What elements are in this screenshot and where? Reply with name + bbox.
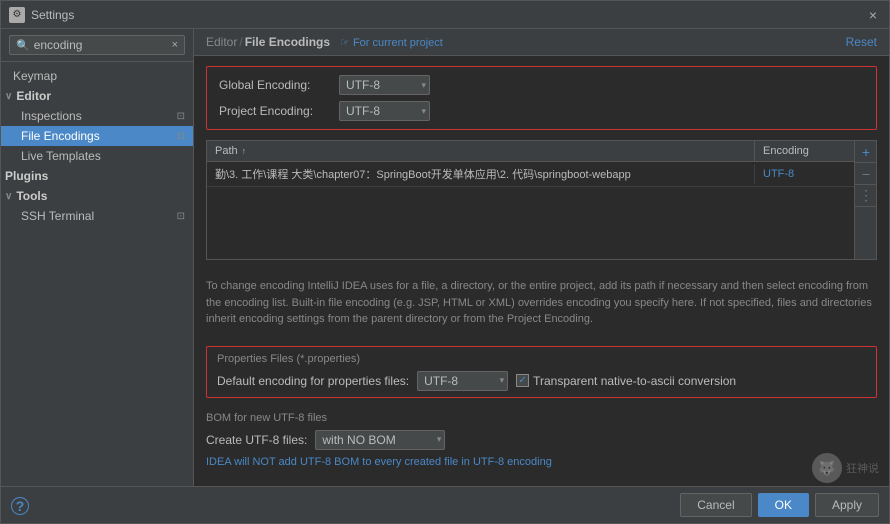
bom-note-plain: IDEA will NOT add (206, 456, 300, 468)
prop-encoding-select[interactable]: UTF-8 UTF-16 ISO-8859-1 (417, 371, 508, 391)
bom-note-link: UTF-8 BOM (300, 456, 359, 468)
prop-encoding-label: Default encoding for properties files: (217, 374, 409, 388)
properties-box: Properties Files (*.properties) Default … (206, 346, 877, 398)
table-main: Path ↑ Encoding 勤\3. 工作\课程 大类\chapter07：… (207, 141, 854, 259)
properties-row: Default encoding for properties files: U… (217, 371, 866, 391)
table-actions: + − ⋮ (854, 141, 876, 259)
bom-title: BOM for new UTF-8 files (206, 412, 877, 424)
inspections-label: Inspections (21, 109, 82, 123)
global-encoding-select[interactable]: UTF-8 UTF-16 ISO-8859-1 GBK (339, 75, 430, 95)
global-encoding-select-wrap: UTF-8 UTF-16 ISO-8859-1 GBK ▾ (339, 75, 430, 95)
encoding-settings-box: Global Encoding: UTF-8 UTF-16 ISO-8859-1… (206, 66, 877, 130)
path-column-label: Path (215, 145, 238, 157)
right-header: Editor / File Encodings ☞ For current pr… (194, 29, 889, 56)
left-panel: 🔍 × Keymap ∨ Editor Inspections ⊡ (1, 29, 194, 486)
ssh-terminal-label: SSH Terminal (21, 209, 94, 223)
sidebar-item-inspections[interactable]: Inspections ⊡ (1, 106, 193, 126)
close-button[interactable]: × (865, 7, 881, 23)
search-clear-button[interactable]: × (172, 39, 178, 51)
sidebar-item-live-templates[interactable]: Live Templates (1, 146, 193, 166)
file-encodings-label: File Encodings (21, 129, 100, 143)
for-project-link[interactable]: ☞ For current project (340, 36, 443, 49)
right-panel: Editor / File Encodings ☞ For current pr… (194, 29, 889, 486)
sidebar-item-ssh-terminal[interactable]: SSH Terminal ⊡ (1, 206, 193, 226)
watermark-icon: 🐺 (812, 453, 842, 483)
watermark-text: 狂神说 (846, 460, 879, 476)
sidebar-item-editor[interactable]: ∨ Editor (1, 86, 193, 106)
bottom-bar: Cancel OK Apply (1, 486, 889, 523)
tools-chevron: ∨ (5, 191, 12, 202)
sync-icon: ⊡ (177, 111, 185, 122)
table-header: Path ↑ Encoding (207, 141, 854, 162)
breadcrumb: Editor / File Encodings ☞ For current pr… (206, 35, 443, 49)
search-input[interactable] (34, 38, 172, 52)
search-icon: 🔍 (16, 39, 30, 52)
bom-select[interactable]: with NO BOM with BOM (315, 430, 445, 450)
plugins-label: Plugins (5, 169, 48, 183)
sidebar-item-plugins[interactable]: Plugins (1, 166, 193, 186)
project-encoding-select[interactable]: UTF-8 UTF-16 ISO-8859-1 GBK (339, 101, 430, 121)
window-icon: ⚙ (9, 7, 25, 23)
table-scroll-button: ⋮ (855, 185, 877, 207)
project-encoding-select-wrap: UTF-8 UTF-16 ISO-8859-1 GBK ▾ (339, 101, 430, 121)
project-encoding-row: Project Encoding: UTF-8 UTF-16 ISO-8859-… (219, 101, 864, 121)
reset-button[interactable]: Reset (846, 35, 877, 49)
ok-button[interactable]: OK (758, 493, 809, 517)
sync-icon-3: ⊡ (177, 211, 185, 222)
transparent-label: Transparent native-to-ascii conversion (533, 374, 736, 388)
table-body: 勤\3. 工作\课程 大类\chapter07：SpringBoot开发单体应用… (207, 162, 854, 259)
sidebar-item-tools[interactable]: ∨ Tools (1, 186, 193, 206)
live-templates-label: Live Templates (21, 149, 101, 163)
table-row[interactable]: 勤\3. 工作\课程 大类\chapter07：SpringBoot开发单体应用… (207, 162, 854, 187)
breadcrumb-sep: / (239, 35, 242, 49)
global-encoding-row: Global Encoding: UTF-8 UTF-16 ISO-8859-1… (219, 75, 864, 95)
transparent-checkbox[interactable] (516, 374, 529, 387)
tools-label: Tools (16, 189, 47, 203)
table-col-encoding-header: Encoding (754, 141, 854, 161)
bom-select-wrap: with NO BOM with BOM ▾ (315, 430, 445, 450)
table-cell-encoding: UTF-8 (754, 164, 854, 184)
bom-create-label: Create UTF-8 files: (206, 433, 307, 447)
properties-title: Properties Files (*.properties) (217, 353, 866, 365)
right-content: Global Encoding: UTF-8 UTF-16 ISO-8859-1… (194, 56, 889, 486)
breadcrumb-current: File Encodings (245, 35, 330, 49)
cancel-button[interactable]: Cancel (680, 493, 751, 517)
sidebar-item-keymap[interactable]: Keymap (1, 66, 193, 86)
help-button[interactable]: ? (11, 497, 29, 515)
sort-icon: ↑ (242, 146, 247, 156)
title-controls: × (865, 7, 881, 23)
nav-tree: Keymap ∨ Editor Inspections ⊡ File Encod… (1, 62, 193, 486)
transparent-checkbox-wrap[interactable]: Transparent native-to-ascii conversion (516, 374, 736, 388)
editor-label: Editor (16, 89, 51, 103)
description-text: To change encoding IntelliJ IDEA uses fo… (206, 270, 877, 336)
sidebar-item-file-encodings[interactable]: File Encodings ⊡ (1, 126, 193, 146)
add-path-button[interactable]: + (855, 141, 877, 163)
search-wrap[interactable]: 🔍 × (9, 35, 185, 55)
remove-path-button[interactable]: − (855, 163, 877, 185)
sync-icon-2: ⊡ (177, 131, 185, 142)
watermark: 🐺 狂神说 (812, 453, 879, 483)
apply-button[interactable]: Apply (815, 493, 879, 517)
title-bar: ⚙ Settings × (1, 1, 889, 29)
bom-section: BOM for new UTF-8 files Create UTF-8 fil… (206, 408, 877, 472)
prop-encoding-select-wrap: UTF-8 UTF-16 ISO-8859-1 ▾ (417, 371, 508, 391)
bom-note: IDEA will NOT add UTF-8 BOM to every cre… (206, 456, 877, 468)
window-title: Settings (31, 8, 865, 22)
table-col-path-header: Path ↑ (207, 141, 754, 161)
editor-chevron: ∨ (5, 91, 12, 102)
search-box: 🔍 × (1, 29, 193, 62)
bom-row: Create UTF-8 files: with NO BOM with BOM… (206, 430, 877, 450)
breadcrumb-editor: Editor (206, 35, 237, 49)
project-encoding-label: Project Encoding: (219, 104, 339, 118)
global-encoding-label: Global Encoding: (219, 78, 339, 92)
table-cell-path: 勤\3. 工作\课程 大类\chapter07：SpringBoot开发单体应用… (207, 162, 754, 186)
path-encoding-table: Path ↑ Encoding 勤\3. 工作\课程 大类\chapter07：… (206, 140, 877, 260)
keymap-label: Keymap (13, 69, 57, 83)
bom-note-suffix: to every created file in UTF-8 encoding (359, 456, 552, 468)
